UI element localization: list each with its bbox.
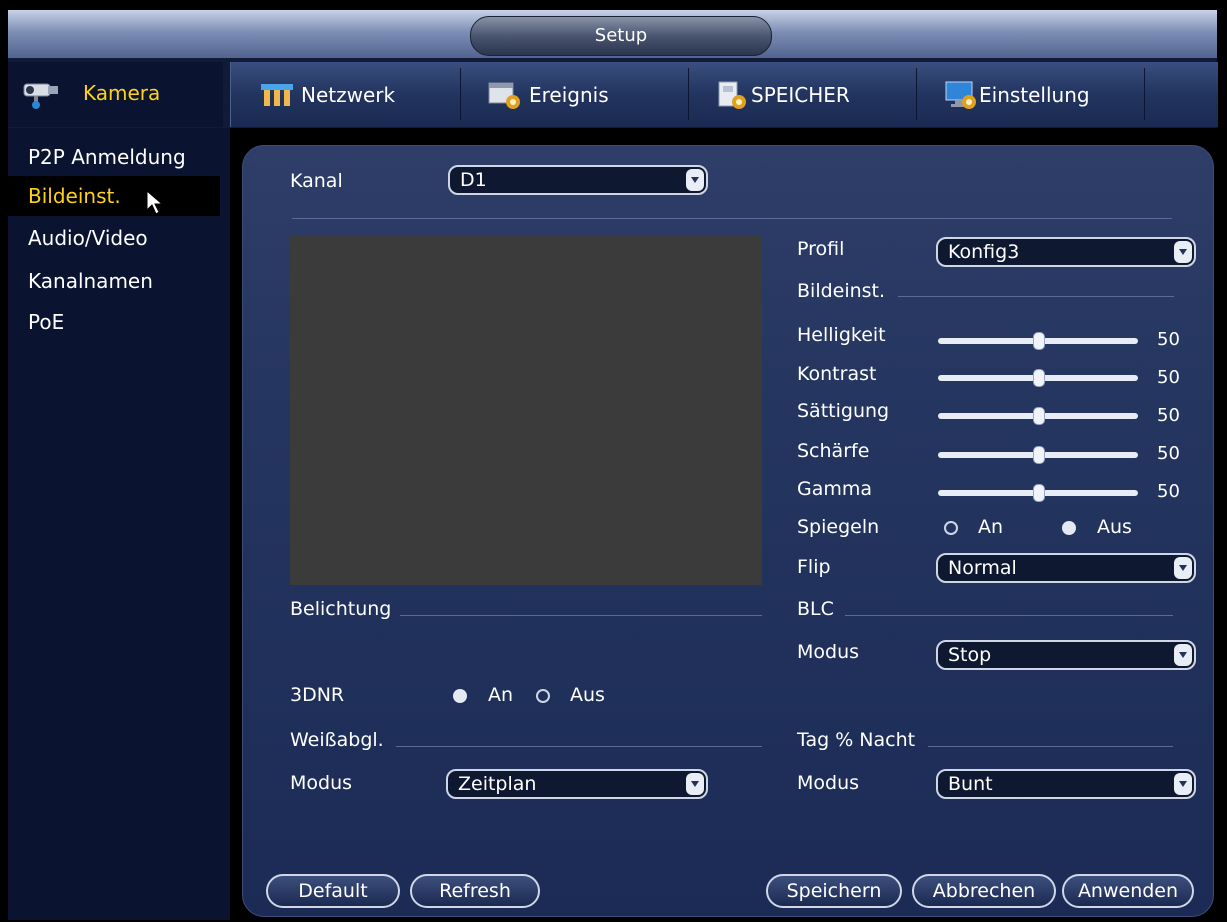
flip-label: Flip [797,556,831,578]
gamma-label: Gamma [797,478,873,500]
slider-handle[interactable] [1033,332,1045,350]
divider [400,615,762,616]
tab-netzwerk[interactable]: Netzwerk [259,62,461,127]
video-preview [290,235,762,585]
tab-divider [1144,68,1145,120]
refresh-button[interactable]: Refresh [410,874,540,908]
profile-select-value: Konfig3 [948,241,1020,263]
tab-kamera[interactable]: Kamera [8,62,223,127]
tab-strip: Netzwerk Ereignis SPEICHER Einstellung [230,62,1218,127]
chevron-down-icon [686,169,704,191]
flip-select-value: Normal [948,557,1017,579]
day-night-mode-label: Modus [797,772,860,794]
tab-kamera-label: Kamera [83,81,161,105]
white-balance-mode-select-value: Zeitplan [458,773,537,795]
day-night-mode-select[interactable]: Bunt [936,769,1196,799]
blc-mode-select[interactable]: Stop [936,640,1196,670]
tab-divider [460,68,461,120]
saturation-value: 50 [1157,405,1180,426]
mirror-on-label: An [978,516,1004,538]
brightness-value: 50 [1157,329,1180,350]
blc-mode-select-value: Stop [948,644,992,666]
storage-icon [715,80,751,110]
tab-ereignis-label: Ereignis [529,82,609,107]
mirror-label: Spiegeln [797,516,880,538]
flip-select[interactable]: Normal [936,553,1196,583]
save-button[interactable]: Speichern [766,874,902,908]
tab-divider [688,68,689,120]
divider [292,218,1172,219]
chevron-down-icon [1174,773,1192,795]
camera-icon [22,78,62,110]
saturation-label: Sättigung [797,400,890,422]
tab-speicher-label: SPEICHER [751,82,850,107]
slider-handle[interactable] [1033,446,1045,464]
white-balance-mode-select[interactable]: Zeitplan [446,769,708,799]
channel-select-value: D1 [460,169,487,191]
gamma-slider[interactable] [938,484,1138,502]
chevron-down-icon [1174,557,1192,579]
tab-einstellung-label: Einstellung [979,82,1090,107]
image-section-title: Bildeinst. [797,280,886,302]
settings-monitor-icon [943,80,979,110]
dnr-off-label: Aus [570,684,605,706]
channel-label: Kanal [290,170,343,192]
sharpness-value: 50 [1157,443,1180,464]
sidebar-item-poe[interactable]: PoE [8,302,220,342]
tab-einstellung[interactable]: Einstellung [943,62,1145,127]
mirror-on-radio[interactable] [944,521,958,535]
network-icon [259,80,295,110]
slider-handle[interactable] [1033,484,1045,502]
dnr-label: 3DNR [290,684,345,706]
channel-select[interactable]: D1 [448,165,708,195]
sidebar-item-audio-video[interactable]: Audio/Video [8,218,220,258]
saturation-slider[interactable] [938,407,1138,425]
apply-button[interactable]: Anwenden [1062,874,1194,908]
slider-handle[interactable] [1033,369,1045,387]
mirror-off-label: Aus [1097,516,1132,538]
cancel-button[interactable]: Abbrechen [912,874,1056,908]
contrast-label: Kontrast [797,363,877,385]
blc-mode-label: Modus [797,641,860,663]
chevron-down-icon [686,773,704,795]
day-night-section-title: Tag % Nacht [797,729,916,751]
tab-speicher[interactable]: SPEICHER [715,62,917,127]
blc-section-title: BLC [797,598,834,620]
dnr-off-radio[interactable] [536,689,550,703]
mirror-off-radio[interactable] [1062,521,1076,535]
white-balance-section-title: Weißabgl. [290,729,384,751]
divider [928,746,1173,747]
contrast-value: 50 [1157,367,1180,388]
sidebar-item-p2p-anmeldung[interactable]: P2P Anmeldung [8,137,220,177]
brightness-slider[interactable] [938,332,1138,350]
brightness-label: Helligkeit [797,324,886,346]
divider [898,296,1174,297]
sidebar-item-kanalnamen[interactable]: Kanalnamen [8,261,220,301]
chevron-down-icon [1174,241,1192,263]
tab-ereignis[interactable]: Ereignis [487,62,689,127]
sharpness-label: Schärfe [797,440,870,462]
tab-divider [916,68,917,120]
dnr-on-label: An [488,684,514,706]
event-icon [487,80,523,110]
tab-netzwerk-label: Netzwerk [301,82,396,107]
slider-handle[interactable] [1033,407,1045,425]
exposure-section-title: Belichtung [290,598,392,620]
white-balance-mode-label: Modus [290,772,353,794]
dnr-on-radio[interactable] [453,689,467,703]
profile-label: Profil [797,238,845,260]
divider [396,746,762,747]
window-title: Setup [470,16,772,56]
contrast-slider[interactable] [938,369,1138,387]
divider [845,615,1173,616]
sharpness-slider[interactable] [938,446,1138,464]
day-night-mode-select-value: Bunt [948,773,993,795]
profile-select[interactable]: Konfig3 [936,237,1196,267]
default-button[interactable]: Default [266,874,400,908]
gamma-value: 50 [1157,481,1180,502]
chevron-down-icon [1174,644,1192,666]
sidebar-item-bildeinst[interactable]: Bildeinst. [8,176,220,216]
setup-window: Setup Kamera Netzwerk Ereignis SPEICHER … [0,0,1227,922]
